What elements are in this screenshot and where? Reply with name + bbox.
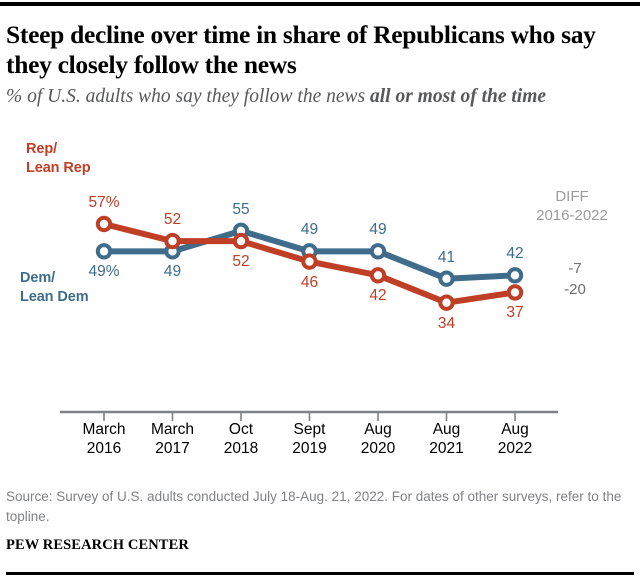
source-note: Source: Survey of U.S. adults conducted … — [6, 489, 622, 524]
chart-plot-area: Rep/ Lean Rep Dem/ Lean Dem DIFF 2016-20… — [0, 130, 640, 430]
chart-subtitle: % of U.S. adults who say they follow the… — [6, 85, 632, 109]
subtitle-plain-text: % of U.S. adults who say they follow the… — [6, 86, 370, 107]
data-point-marker — [95, 215, 113, 233]
data-point-marker — [232, 232, 250, 250]
x-axis-label-line: 2022 — [497, 440, 533, 457]
data-point-marker — [369, 243, 387, 260]
data-point-label: 42 — [506, 245, 524, 263]
x-axis-labels: March 2016 March 2017 Oct 2018 Sept 2019 Aug 2020… — [0, 420, 640, 470]
diff-header-line1: DIFF — [555, 188, 589, 205]
x-axis-label-line: 2019 — [292, 440, 327, 457]
top-rule — [0, 2, 640, 6]
data-point-marker — [95, 243, 113, 260]
x-axis-label-line: 2021 — [429, 440, 464, 457]
data-point-label: 46 — [300, 273, 319, 291]
x-axis-label-line: Aug — [501, 421, 529, 438]
x-axis-tick-label: Aug 2020 — [361, 420, 395, 458]
x-axis-tick-label: Oct 2018 — [224, 420, 258, 458]
x-axis-label-line: Aug — [364, 421, 392, 438]
data-point-label: 37 — [506, 304, 524, 322]
x-axis-label-line: 2017 — [155, 440, 190, 457]
legend-democrat: Dem/ Lean Dem — [20, 269, 89, 307]
data-point-label: 57% — [88, 194, 120, 211]
x-axis-label-line: 2018 — [223, 440, 259, 457]
x-axis-tick-label: March 2016 — [82, 420, 125, 458]
data-point-label: 49% — [88, 263, 120, 281]
x-axis-label-line: Sept — [293, 421, 326, 438]
data-point-marker — [369, 267, 387, 284]
legend-democrat-line2: Lean Dem — [20, 289, 89, 305]
x-axis-label-line: 2016 — [86, 440, 122, 457]
legend-republican: Rep/ Lean Rep — [26, 140, 91, 178]
x-axis-tick-label: Aug 2022 — [498, 420, 532, 458]
data-point-label: 52 — [163, 211, 182, 229]
data-point-label: 55 — [232, 200, 250, 218]
diff-header-line2: 2016-2022 — [536, 207, 608, 224]
data-point-marker — [301, 253, 318, 270]
diff-value-democrat: -7 — [568, 260, 582, 277]
x-axis-tick-label: Sept 2019 — [292, 420, 326, 458]
data-point-label: 41 — [437, 248, 456, 266]
x-axis-label-line: Aug — [432, 421, 461, 438]
data-point-marker — [506, 267, 524, 284]
legend-republican-line2: Lean Rep — [26, 160, 91, 176]
data-point-label: 49 — [300, 221, 319, 239]
data-point-marker — [438, 270, 455, 287]
chart-title: Steep decline over time in share of Repu… — [6, 20, 596, 79]
data-point-label: 49 — [163, 263, 182, 281]
data-point-marker — [506, 284, 524, 301]
data-point-label: 52 — [232, 253, 250, 271]
bottom-rule — [6, 572, 634, 575]
x-axis-label-line: 2020 — [360, 440, 396, 457]
data-point-marker — [164, 232, 181, 250]
legend-republican-line1: Rep/ — [26, 141, 58, 157]
data-point-label: 34 — [437, 314, 456, 332]
x-axis-tick-label: March 2017 — [151, 420, 194, 458]
subtitle-bold-text: all or most of the time — [369, 86, 547, 107]
diff-column-header: DIFF 2016-2022 — [512, 187, 632, 225]
pew-research-center-brand: PEW RESEARCH CENTER — [6, 537, 189, 553]
data-point-label: 49 — [369, 221, 387, 239]
x-axis-label-line: Oct — [228, 421, 254, 438]
x-axis-tick-label: Aug 2021 — [429, 420, 463, 458]
legend-democrat-line1: Dem/ — [20, 270, 56, 286]
diff-value-republican: -20 — [564, 281, 586, 298]
data-point-label: 42 — [369, 287, 387, 305]
data-point-marker — [438, 294, 455, 311]
x-axis-label-line: March — [150, 421, 195, 438]
x-axis-label-line: March — [82, 421, 126, 438]
